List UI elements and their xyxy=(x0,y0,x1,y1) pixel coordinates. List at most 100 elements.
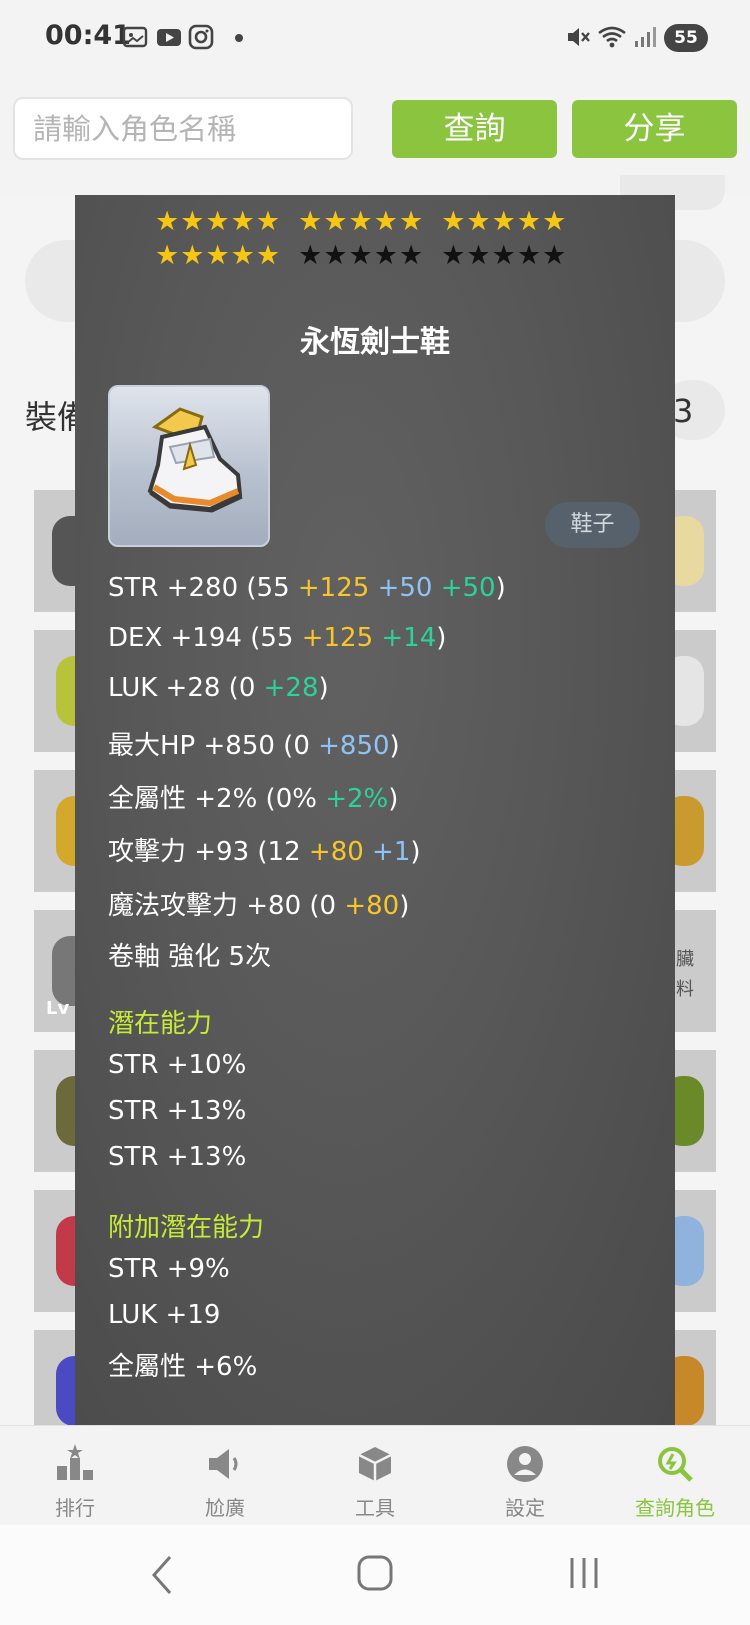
nav-settings[interactable]: 設定 xyxy=(450,1426,600,1526)
nav-tools[interactable]: 工具 xyxy=(300,1426,450,1526)
stat-bonus: +80 xyxy=(344,891,400,921)
star-empty-icon: ★ xyxy=(323,240,349,271)
gallery-icon xyxy=(122,26,148,48)
star-filled-icon: ★ xyxy=(542,206,568,237)
nav-label: 查詢角色 xyxy=(635,1496,715,1520)
stat-end: ) xyxy=(436,623,447,653)
stat-bonus: +125 xyxy=(301,623,374,653)
item-tooltip: ★★★★★ ★★★★★ ★★★★★ ★★★★★ ★★★★★ ★★★★★ 永恆劍士鞋 鞋子 … xyxy=(75,195,675,1425)
instagram-icon xyxy=(188,24,214,50)
bottom-navigation: 排行 尬廣 工具 設定 查詢角色 xyxy=(0,1425,750,1526)
star-filled-icon: ★ xyxy=(155,206,181,237)
stat-line: DEX +194 (55 +125 +14) xyxy=(108,623,446,653)
stat-line: 全屬性 +2% (0% +2%) xyxy=(108,778,398,815)
star-filled-icon: ★ xyxy=(491,206,517,237)
additional-potential-line: STR +9% xyxy=(108,1254,230,1284)
nav-search-character[interactable]: 查詢角色 xyxy=(600,1426,750,1526)
star-filled-icon: ★ xyxy=(205,240,231,271)
star-empty-icon: ★ xyxy=(542,240,568,271)
star-filled-icon: ★ xyxy=(255,240,282,271)
stat-bonus: +2% xyxy=(325,784,389,814)
star-empty-icon: ★ xyxy=(441,240,467,271)
youtube-icon xyxy=(157,29,181,46)
home-icon[interactable] xyxy=(355,1553,395,1593)
star-empty-icon: ★ xyxy=(298,240,324,271)
star-filled-icon: ★ xyxy=(466,206,492,237)
star-filled-icon: ★ xyxy=(516,206,543,237)
stat-base: DEX +194 (55 xyxy=(108,623,302,653)
slot-label-text: 臟 xyxy=(676,949,694,970)
star-filled-icon: ★ xyxy=(180,206,206,237)
star-group: ★★★★★ xyxy=(441,206,567,237)
recent-apps-icon[interactable] xyxy=(566,1555,602,1591)
star-empty-icon: ★ xyxy=(491,240,517,271)
additional-potential-line: 全屬性 +6% xyxy=(108,1352,258,1382)
status-time: 00:41 xyxy=(45,20,131,51)
star-filled-icon: ★ xyxy=(155,240,181,271)
star-empty-icon: ★ xyxy=(466,240,492,271)
character-name-input[interactable] xyxy=(13,97,353,160)
system-navigation-bar xyxy=(0,1525,750,1625)
stat-base: 攻擊力 +93 (12 xyxy=(108,837,309,867)
stat-end: ) xyxy=(318,673,329,703)
stat-bonus: +50 xyxy=(432,573,496,603)
star-filled-icon: ★ xyxy=(205,206,231,237)
star-row: ★★★★★ ★★★★★ ★★★★★ xyxy=(155,207,584,237)
slot-label-text: 料 xyxy=(676,979,694,1000)
equipment-count: 3 xyxy=(673,392,694,430)
additional-potential-title: 附加潛在能力 xyxy=(108,1213,265,1243)
stat-end: ) xyxy=(410,837,421,867)
stat-base: 全屬性 +2% (0% xyxy=(108,784,326,814)
boot-icon xyxy=(147,407,243,513)
stat-base: LUK +28 (0 xyxy=(108,673,264,703)
user-icon xyxy=(507,1446,543,1482)
stat-base: 卷軸 強化 5次 xyxy=(108,942,272,972)
stat-base: STR +280 (55 xyxy=(108,573,298,603)
stat-line: STR +280 (55 +125 +50 +50) xyxy=(108,573,506,603)
slot-level-text: Lv xyxy=(46,998,70,1019)
potential-line: STR +13% xyxy=(108,1142,247,1172)
nav-ranking[interactable]: 排行 xyxy=(0,1426,150,1526)
stat-line: 卷軸 強化 5次 xyxy=(108,936,271,973)
stat-base: 魔法攻擊力 +80 (0 xyxy=(108,891,345,921)
stat-bonus: +14 xyxy=(373,623,437,653)
star-group: ★★★★★ xyxy=(298,206,424,237)
stat-bonus: +80 xyxy=(308,837,364,867)
query-button[interactable]: 查詢 xyxy=(392,100,557,158)
status-bar: 00:41 55 xyxy=(0,0,750,80)
star-filled-icon: ★ xyxy=(255,206,282,237)
nav-megaphone[interactable]: 尬廣 xyxy=(150,1426,300,1526)
share-button[interactable]: 分享 xyxy=(572,100,737,158)
star-filled-icon: ★ xyxy=(441,206,467,237)
stat-end: ) xyxy=(495,573,506,603)
star-filled-icon: ★ xyxy=(230,206,256,237)
stat-end: ) xyxy=(399,891,410,921)
mute-icon xyxy=(568,28,590,46)
star-empty-icon: ★ xyxy=(516,240,543,271)
search-character-icon xyxy=(658,1447,693,1482)
item-icon-frame xyxy=(108,385,270,547)
back-icon[interactable] xyxy=(148,1553,178,1597)
stat-line: 魔法攻擊力 +80 (0 +80) xyxy=(108,885,409,922)
megaphone-icon xyxy=(209,1449,238,1479)
ranking-icon xyxy=(57,1444,93,1480)
star-filled-icon: ★ xyxy=(298,206,324,237)
star-filled-icon: ★ xyxy=(398,206,425,237)
star-filled-icon: ★ xyxy=(230,240,256,271)
signal-icon xyxy=(635,27,656,47)
stat-end: ) xyxy=(389,731,400,761)
stat-bonus: +28 xyxy=(263,673,319,703)
star-row: ★★★★★ ★★★★★ ★★★★★ xyxy=(155,241,584,271)
stat-base: 最大HP +850 (0 xyxy=(108,731,319,761)
additional-potential-line: LUK +19 xyxy=(108,1300,221,1330)
stat-end: ) xyxy=(388,784,399,814)
star-empty-icon: ★ xyxy=(373,240,399,271)
stat-bonus: +125 xyxy=(297,573,370,603)
stat-line: LUK +28 (0 +28) xyxy=(108,673,329,703)
nav-label: 工具 xyxy=(355,1496,395,1520)
stat-bonus: +1 xyxy=(363,837,411,867)
nav-label: 排行 xyxy=(55,1496,95,1520)
item-name: 永恆劍士鞋 xyxy=(300,325,450,360)
box-icon xyxy=(358,1447,392,1481)
star-group: ★★★★★ xyxy=(441,240,567,271)
